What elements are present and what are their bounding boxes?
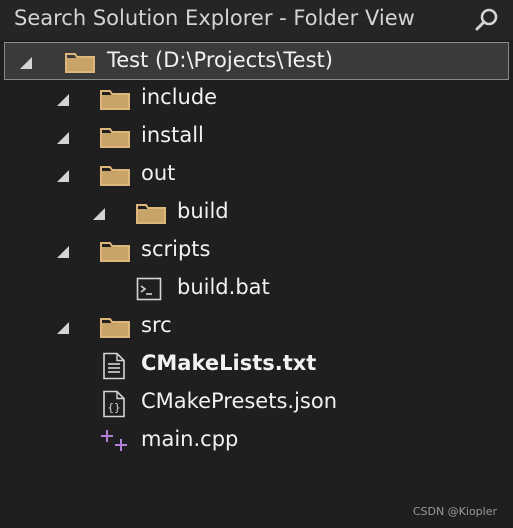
tree-item-out[interactable]: out — [0, 156, 513, 194]
text-file-icon — [102, 352, 126, 380]
json-file-icon: {} — [102, 390, 126, 418]
tree-item-label: main.cpp — [141, 427, 239, 451]
search-icon[interactable] — [473, 6, 501, 34]
tree-item-label: CMakePresets.json — [141, 389, 338, 413]
folder-icon — [100, 316, 130, 338]
tree-item-build-bat[interactable]: build.bat — [0, 270, 513, 308]
tree-item-label: build.bat — [177, 275, 270, 299]
solution-explorer-window: Search Solution Explorer - Folder View T… — [0, 0, 513, 528]
folder-icon — [65, 51, 95, 73]
folder-icon — [100, 164, 130, 186]
expanded-arrow-icon[interactable] — [56, 92, 70, 106]
expanded-arrow-icon[interactable] — [56, 320, 70, 334]
folder-icon — [136, 202, 166, 224]
expanded-arrow-icon[interactable] — [56, 244, 70, 258]
tree-item-main-cpp[interactable]: main.cpp — [0, 422, 513, 460]
tree-item-label: CMakeLists.txt — [141, 351, 317, 375]
folder-icon — [100, 88, 130, 110]
svg-text:{}: {} — [107, 401, 120, 414]
search-bar[interactable]: Search Solution Explorer - Folder View — [0, 0, 513, 40]
tree-item-install[interactable]: install — [0, 118, 513, 156]
tree-item-cmakelists[interactable]: CMakeLists.txt — [0, 346, 513, 384]
tree-item-scripts[interactable]: scripts — [0, 232, 513, 270]
tree-item-include[interactable]: include — [0, 80, 513, 118]
tree-item-label: Test (D:\Projects\Test) — [107, 48, 333, 72]
tree-item-label: install — [141, 123, 204, 147]
tree-item-cmakepresets[interactable]: {} CMakePresets.json — [0, 384, 513, 422]
tree-item-build[interactable]: build — [0, 194, 513, 232]
tree-item-root[interactable]: Test (D:\Projects\Test) — [4, 42, 509, 80]
tree-item-label: scripts — [141, 237, 211, 261]
batch-file-icon — [136, 277, 162, 301]
folder-icon — [100, 126, 130, 148]
expanded-arrow-icon[interactable] — [19, 55, 33, 69]
tree-item-label: include — [141, 85, 218, 109]
tree-item-label: build — [177, 199, 229, 223]
tree-item-label: out — [141, 161, 176, 185]
tree-item-src[interactable]: src — [0, 308, 513, 346]
search-input[interactable]: Search Solution Explorer - Folder View — [14, 6, 415, 30]
expanded-arrow-icon[interactable] — [92, 206, 106, 220]
folder-icon — [100, 240, 130, 262]
folder-tree: Test (D:\Projects\Test) include install … — [0, 42, 513, 460]
expanded-arrow-icon[interactable] — [56, 168, 70, 182]
cpp-file-icon — [100, 428, 130, 454]
expanded-arrow-icon[interactable] — [56, 130, 70, 144]
tree-item-label: src — [141, 313, 172, 337]
watermark: CSDN @Kiopler — [412, 505, 497, 518]
